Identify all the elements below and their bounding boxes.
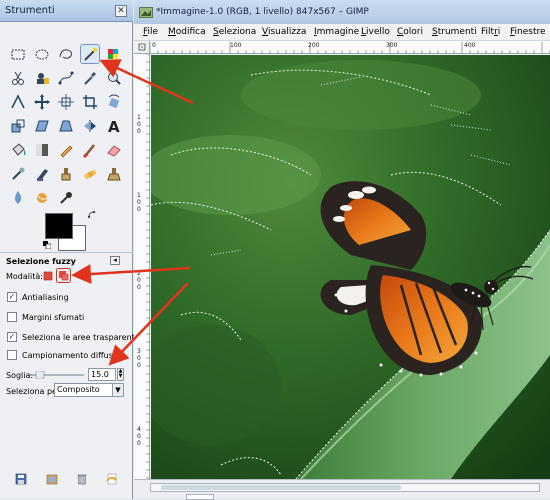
perspective-clone-icon[interactable] — [104, 164, 124, 184]
save-options-icon[interactable] — [14, 472, 28, 486]
image-window: *Immagine-1.0 (RGB, 1 livello) 847x567 –… — [134, 0, 550, 500]
select-by-dropdown[interactable]: Composito ▼ — [54, 383, 124, 397]
delete-options-icon[interactable] — [75, 472, 89, 486]
move-icon[interactable] — [32, 92, 52, 112]
ink-icon[interactable] — [32, 164, 52, 184]
menu-livello[interactable]: Livello — [361, 27, 390, 37]
foreground-select-icon[interactable] — [32, 68, 52, 88]
dodge-burn-icon[interactable] — [56, 188, 76, 208]
antialiasing-label: Antialiasing — [22, 293, 69, 302]
close-button[interactable]: ✕ — [115, 5, 127, 17]
shear-icon[interactable] — [32, 116, 52, 136]
restore-options-icon[interactable] — [45, 472, 59, 486]
chevron-down-icon[interactable]: ▼ — [112, 384, 123, 396]
transparent-checkbox[interactable]: ✓ — [7, 332, 17, 342]
butterfly-photo — [151, 55, 550, 479]
ruler-corner[interactable] — [134, 41, 150, 54]
options-separator — [0, 252, 133, 253]
bucket-fill-icon[interactable] — [8, 140, 28, 160]
sample-merged-label: Campionamento diffuso — [22, 351, 118, 360]
default-colors-icon[interactable] — [43, 241, 51, 249]
mode-replace-icon[interactable] — [42, 270, 54, 282]
menu-seleziona[interactable]: Seleziona — [213, 27, 256, 37]
swap-colors-icon[interactable] — [88, 211, 96, 219]
heal-icon[interactable] — [80, 164, 100, 184]
align-icon[interactable] — [56, 92, 76, 112]
clone-icon[interactable] — [56, 164, 76, 184]
horizontal-scrollbar[interactable] — [150, 483, 540, 492]
menu-immagine[interactable]: Immagine — [314, 27, 359, 37]
vertical-ruler[interactable]: 100100200300400 — [134, 54, 150, 479]
toolbox-title: Strumenti — [5, 5, 55, 16]
transparent-label: Seleziona le aree trasparenti — [22, 333, 138, 342]
perspective-icon[interactable] — [56, 116, 76, 136]
sample-merged-checkbox[interactable] — [7, 350, 17, 360]
airbrush-icon[interactable] — [8, 164, 28, 184]
toolbox-window: Strumenti ✕ A Selezione fuzzy ◂ Modalità… — [0, 0, 137, 499]
menu-colori[interactable]: Colori — [397, 27, 423, 37]
paths-icon[interactable] — [56, 68, 76, 88]
menu-visualizza[interactable]: Visualizza — [262, 27, 306, 37]
menu-file[interactable]: File — [143, 27, 158, 37]
color-picker-icon[interactable] — [80, 68, 100, 88]
mode-add-icon[interactable] — [56, 268, 71, 283]
svg-text:A: A — [108, 118, 120, 135]
antialiasing-checkbox[interactable]: ✓ — [7, 292, 17, 302]
rect-select-icon[interactable] — [8, 44, 28, 64]
image-canvas[interactable] — [151, 55, 550, 479]
menu-strumenti[interactable]: Strumenti — [432, 27, 477, 37]
select-by-value: Composito — [57, 385, 100, 394]
feather-label: Margini sfumati — [22, 313, 85, 322]
threshold-input[interactable]: 15.0 — [88, 368, 116, 381]
flip-icon[interactable] — [80, 116, 100, 136]
menu-modifica[interactable]: Modifica — [168, 27, 206, 37]
feather-checkbox[interactable] — [7, 312, 17, 322]
threshold-spinner[interactable]: ▲ ▼ — [117, 368, 124, 381]
pencil-icon[interactable] — [56, 140, 76, 160]
paintbrush-icon[interactable] — [80, 140, 100, 160]
zoom-icon[interactable] — [104, 68, 124, 88]
options-menu-button[interactable]: ◂ — [110, 256, 120, 265]
status-bar — [134, 479, 550, 500]
zoom-field[interactable] — [186, 494, 214, 500]
menu-finestre[interactable]: Finestre — [510, 27, 546, 37]
reset-options-icon[interactable] — [105, 472, 119, 486]
crop-icon[interactable] — [80, 92, 100, 112]
color-select-icon[interactable] — [104, 44, 124, 64]
ellipse-select-icon[interactable] — [32, 44, 52, 64]
smudge-icon[interactable] — [32, 188, 52, 208]
scale-icon[interactable] — [8, 116, 28, 136]
menu-filtri[interactable]: Filtri — [481, 27, 500, 37]
free-select-icon[interactable] — [56, 44, 76, 64]
tool-options-title: Selezione fuzzy — [6, 257, 76, 266]
text-icon[interactable]: A — [104, 116, 124, 136]
image-window-titlebar[interactable]: *Immagine-1.0 (RGB, 1 livello) 847x567 –… — [134, 0, 550, 24]
fuzzy-select-icon[interactable] — [80, 44, 100, 64]
mode-label: Modalità: — [6, 272, 43, 281]
blend-icon[interactable] — [32, 140, 52, 160]
eraser-icon[interactable] — [104, 140, 124, 160]
threshold-slider[interactable] — [30, 371, 84, 379]
foreground-color-swatch[interactable] — [45, 213, 73, 239]
image-window-title: *Immagine-1.0 (RGB, 1 livello) 847x567 –… — [156, 7, 369, 17]
blur-icon[interactable] — [8, 188, 28, 208]
scroll-thumb[interactable] — [161, 485, 401, 490]
rotate-icon[interactable] — [104, 92, 124, 112]
menubar: File Modifica Seleziona Visualizza Immagine L… — [134, 24, 550, 41]
horizontal-ruler[interactable]: 0 100 200 300 400 — [150, 41, 550, 54]
toolbox-titlebar[interactable]: Strumenti ✕ — [0, 0, 133, 22]
gimp-app-icon — [139, 7, 153, 18]
measure-icon[interactable] — [8, 92, 28, 112]
scissors-select-icon[interactable] — [8, 68, 28, 88]
